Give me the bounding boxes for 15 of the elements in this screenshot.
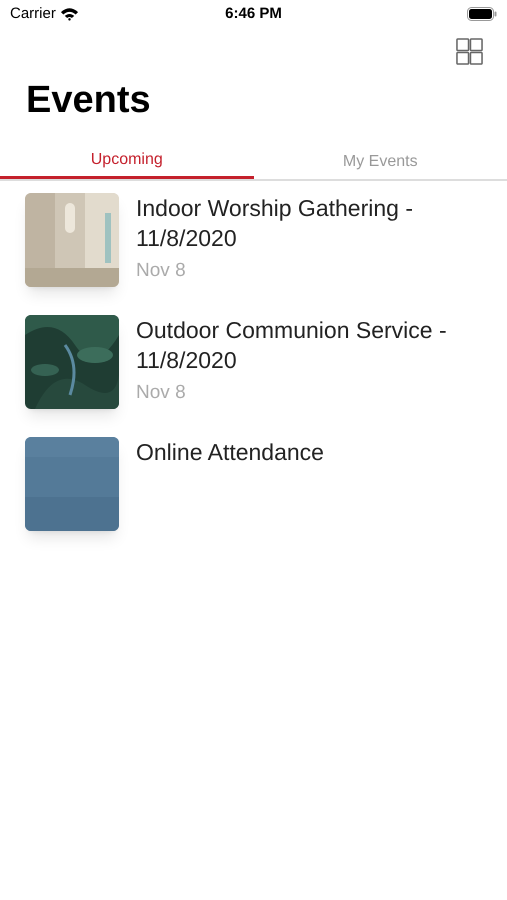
event-row[interactable]: Outdoor Communion Service - 11/8/2020 Nov 8	[0, 314, 507, 408]
page-title: Events	[25, 78, 152, 123]
battery-icon	[466, 7, 497, 21]
grid-view-icon[interactable]	[456, 38, 483, 65]
event-title: Online Attendance	[136, 438, 325, 466]
event-date: Nov 8	[136, 258, 187, 282]
event-date: Nov 8	[136, 380, 187, 404]
tab[interactable]: Upcoming	[0, 144, 254, 178]
event-row[interactable]: Online Attendance	[0, 436, 507, 530]
event-title: Indoor Worship Gathering - 11/8/2020	[136, 194, 414, 252]
carrier-label: Carrier	[10, 4, 56, 24]
clock-label: 6:46 PM	[225, 4, 282, 24]
event-title: Outdoor Communion Service - 11/8/2020	[136, 316, 448, 374]
wifi-icon	[60, 7, 79, 21]
event-row[interactable]: Indoor Worship Gathering - 11/8/2020 Nov 8	[0, 192, 507, 286]
